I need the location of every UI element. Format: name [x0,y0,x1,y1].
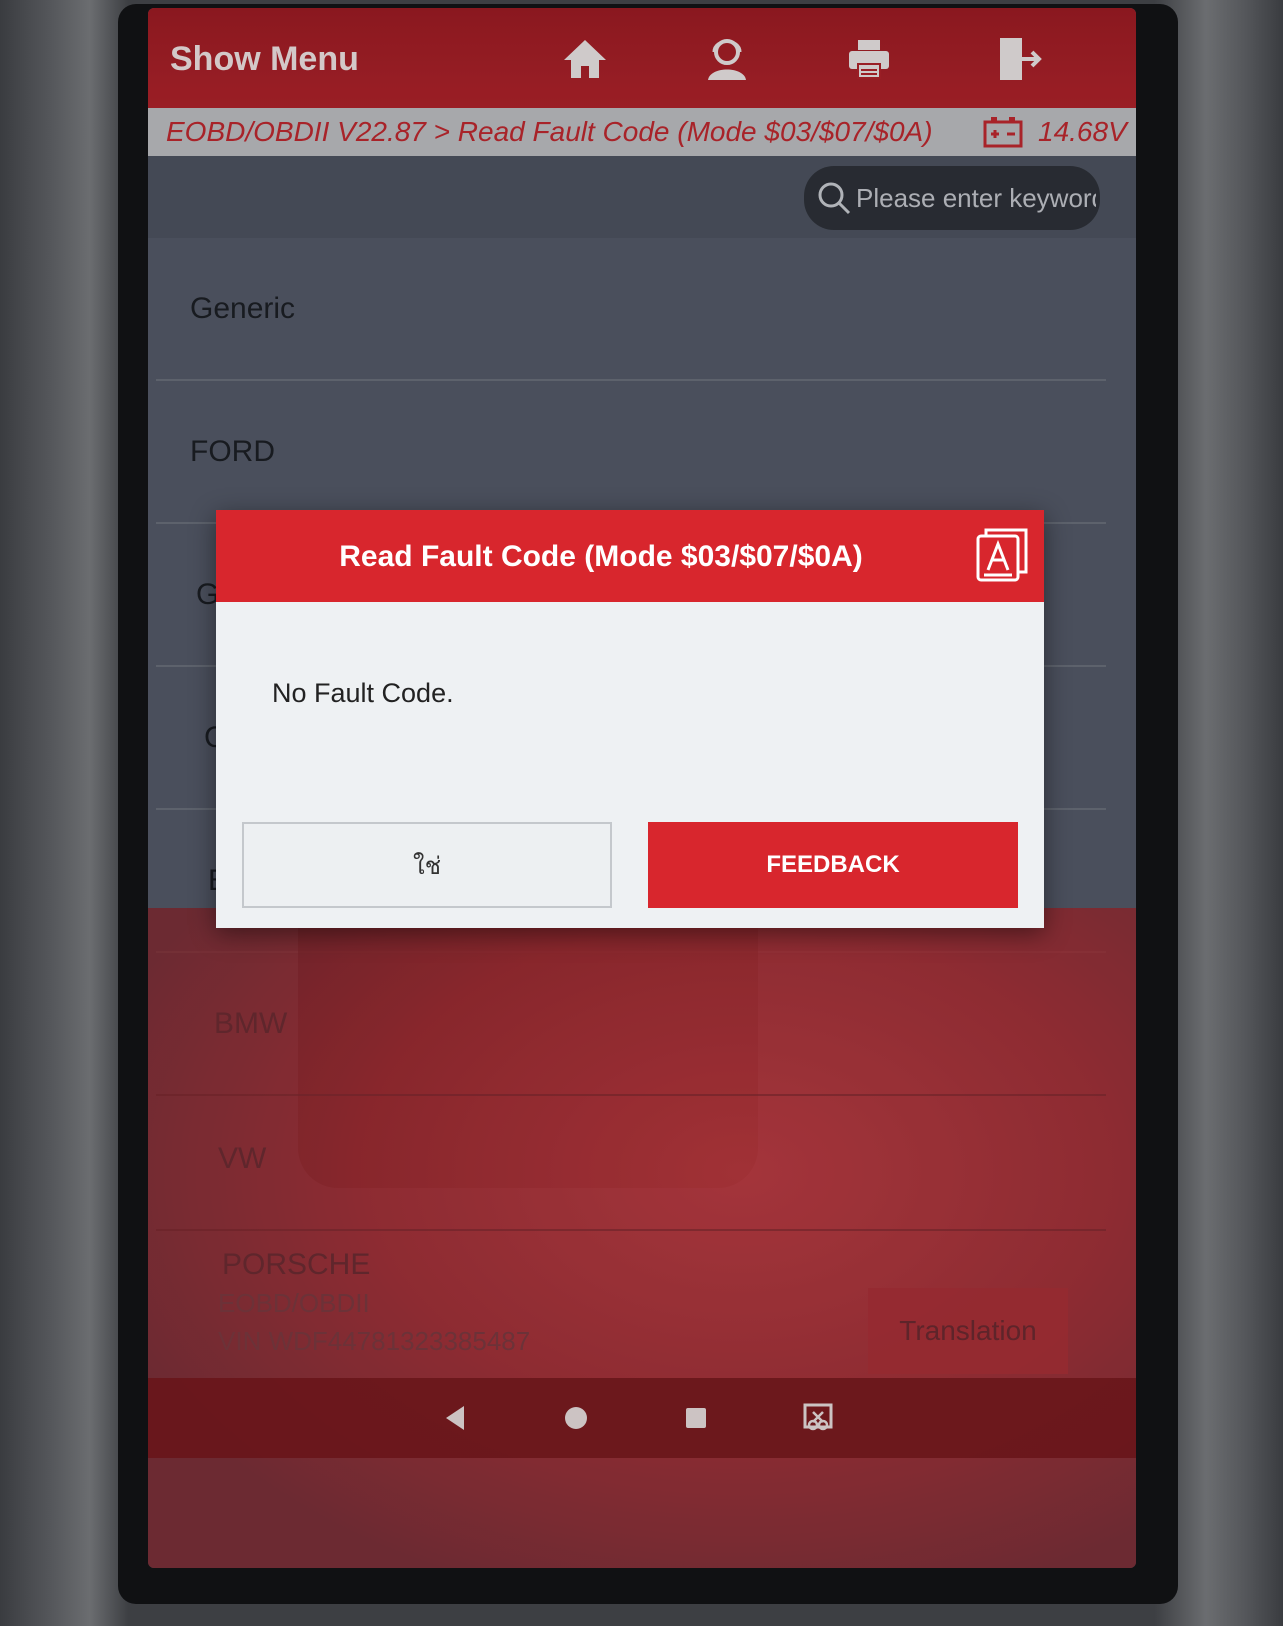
home-nav-icon[interactable] [554,1396,598,1440]
feedback-button[interactable]: FEEDBACK [648,822,1018,908]
search-icon [818,182,851,215]
list-item[interactable]: VW [156,1088,1106,1231]
list-item[interactable]: BMW [156,953,1106,1096]
device-frame: Show Menu EOBD/OBDII V22.87 > Read Fault… [0,0,1283,1626]
back-icon[interactable] [434,1396,478,1440]
battery-voltage: 14.68V [1038,116,1127,147]
system-nav-bar [148,1378,1136,1458]
dialog-header: Read Fault Code (Mode $03/$07/$0A) [216,510,1044,602]
translate-page-icon[interactable] [974,526,1032,584]
show-menu-button[interactable]: Show Menu [170,40,359,79]
dialog-message: No Fault Code. [272,678,454,708]
search-input[interactable] [856,180,1096,216]
vehicle-make: EOBD/OBDII [218,1288,370,1318]
home-icon[interactable] [556,30,614,88]
recents-icon[interactable] [674,1396,718,1440]
battery-icon [983,117,1023,148]
search-box[interactable] [804,166,1100,230]
list-item[interactable]: PORSCHE [156,1223,1106,1293]
screenshot-icon[interactable] [796,1396,840,1440]
user-support-icon[interactable] [698,30,756,88]
dialog-title: Read Fault Code (Mode $03/$07/$0A) [339,540,863,573]
exit-icon[interactable] [988,30,1046,88]
breadcrumb: EOBD/OBDII V22.87 > Read Fault Code (Mod… [166,116,933,147]
device-screen: Show Menu EOBD/OBDII V22.87 > Read Fault… [148,8,1136,1568]
printer-icon[interactable] [840,30,898,88]
vehicle-info-bar: EOBD/OBDII VIN WDF44781323385487 Transla… [208,1288,1068,1378]
search-row [148,156,1136,238]
fault-code-dialog: Read Fault Code (Mode $03/$07/$0A) No Fa… [216,510,1044,928]
translation-button[interactable]: Translation [868,1288,1068,1374]
top-bar: Show Menu [148,8,1136,108]
breadcrumb-bar: EOBD/OBDII V22.87 > Read Fault Code (Mod… [148,108,1136,156]
yes-button[interactable]: ใช่ [242,822,612,908]
vehicle-vin: VIN WDF44781323385487 [218,1326,531,1356]
